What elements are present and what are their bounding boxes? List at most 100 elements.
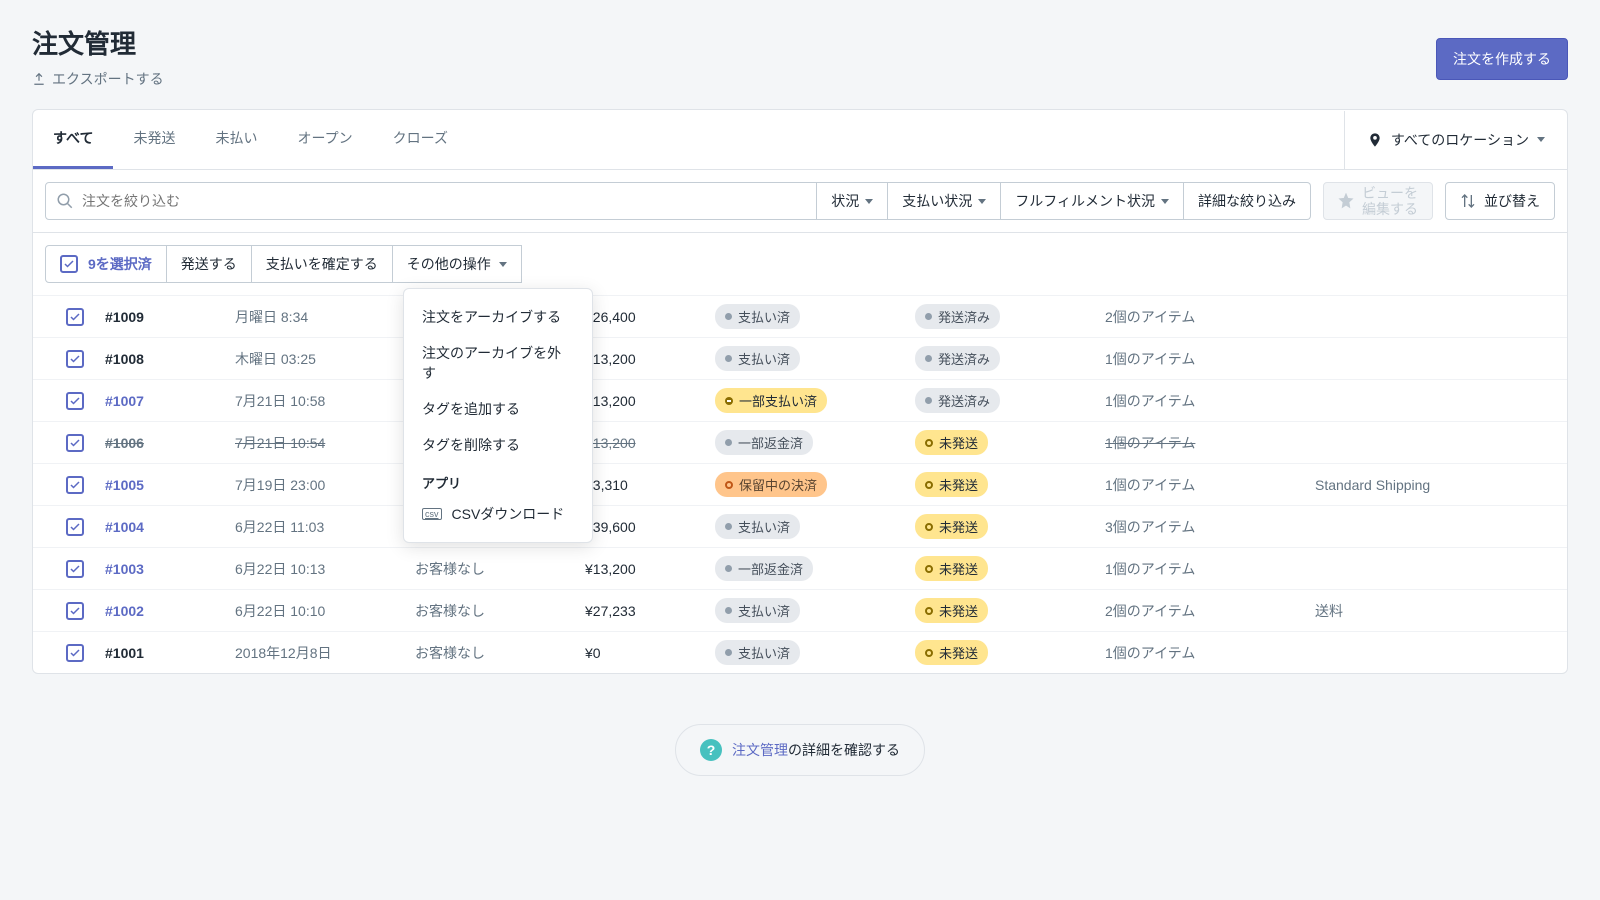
dd-csv-download[interactable]: csvCSVダウンロード: [404, 496, 592, 532]
bulk-ship-button[interactable]: 発送する: [167, 245, 252, 283]
chevron-down-icon: [978, 199, 986, 204]
order-total: ¥3,310: [585, 477, 715, 493]
order-id-link[interactable]: #1005: [105, 477, 235, 493]
filter-more[interactable]: 詳細な絞り込み: [1184, 182, 1311, 220]
order-id-link[interactable]: #1007: [105, 393, 235, 409]
star-icon: [1338, 193, 1354, 209]
order-items: 3個のアイテム: [1105, 517, 1315, 537]
status-badge: 一部返金済: [715, 556, 813, 581]
order-items: 2個のアイテム: [1105, 601, 1315, 621]
fulfillment-status: 発送済み: [915, 346, 1105, 371]
status-badge: 支払い済: [715, 346, 800, 371]
order-total: ¥27,233: [585, 603, 715, 619]
order-items: 2個のアイテム: [1105, 307, 1315, 327]
dd-add-tags[interactable]: タグを追加する: [404, 391, 592, 427]
payment-status: 支払い済: [715, 304, 915, 329]
tab-open[interactable]: オープン: [277, 110, 372, 169]
fulfillment-status: 発送済み: [915, 304, 1105, 329]
status-badge: 未発送: [915, 556, 988, 581]
row-checkbox[interactable]: [66, 350, 84, 368]
order-total: ¥13,200: [585, 561, 715, 577]
status-badge: 未発送: [915, 598, 988, 623]
table-row[interactable]: #10026月22日 10:10お客様なし¥27,233支払い済未発送2個のアイ…: [33, 589, 1567, 631]
status-badge: 一部支払い済: [715, 388, 827, 413]
export-link[interactable]: エクスポートする: [32, 69, 164, 89]
page-title: 注文管理: [32, 24, 164, 61]
bulk-more-button[interactable]: その他の操作: [393, 245, 522, 283]
row-checkbox[interactable]: [66, 434, 84, 452]
row-checkbox[interactable]: [66, 602, 84, 620]
order-id-link[interactable]: #1002: [105, 603, 235, 619]
row-checkbox[interactable]: [66, 476, 84, 494]
tab-unpaid[interactable]: 未払い: [195, 110, 277, 169]
bulk-capture-button[interactable]: 支払いを確定する: [252, 245, 393, 283]
status-badge: 発送済み: [915, 304, 1000, 329]
order-id-link[interactable]: #1003: [105, 561, 235, 577]
table-row[interactable]: #10012018年12月8日お客様なし¥0支払い済未発送1個のアイテム: [33, 631, 1567, 673]
sort-button[interactable]: 並び替え: [1445, 182, 1555, 220]
row-checkbox[interactable]: [66, 560, 84, 578]
dd-remove-tags[interactable]: タグを削除する: [404, 427, 592, 463]
tab-unshipped[interactable]: 未発送: [113, 110, 195, 169]
status-badge: 支払い済: [715, 640, 800, 665]
dd-archive[interactable]: 注文をアーカイブする: [404, 299, 592, 335]
table-row[interactable]: #10057月19日 23:00¥3,310保留中の決済未発送1個のアイテムSt…: [33, 463, 1567, 505]
order-customer: お客様なし: [415, 601, 585, 621]
row-checkbox[interactable]: [66, 518, 84, 536]
order-id-link[interactable]: #1001: [105, 645, 235, 661]
row-checkbox[interactable]: [66, 392, 84, 410]
tabs: すべて 未発送 未払い オープン クローズ: [33, 110, 468, 169]
location-select[interactable]: すべてのロケーション: [1344, 111, 1567, 169]
order-id-link[interactable]: #1006: [105, 435, 235, 451]
status-badge: 支払い済: [715, 304, 800, 329]
payment-status: 一部返金済: [715, 430, 915, 455]
payment-status: 支払い済: [715, 514, 915, 539]
table-row[interactable]: #10036月22日 10:13お客様なし¥13,200一部返金済未発送1個のア…: [33, 547, 1567, 589]
order-date: 7月21日 10:58: [235, 391, 415, 411]
search-input[interactable]: [74, 193, 806, 209]
sort-icon: [1460, 193, 1476, 209]
fulfillment-status: 未発送: [915, 556, 1105, 581]
order-items: 1個のアイテム: [1105, 391, 1315, 411]
order-date: 6月22日 10:13: [235, 559, 415, 579]
order-total: ¥13,200: [585, 435, 715, 451]
payment-status: 支払い済: [715, 598, 915, 623]
order-total: ¥0: [585, 645, 715, 661]
dd-unarchive[interactable]: 注文のアーカイブを外す: [404, 335, 592, 391]
location-label: すべてのロケーション: [1391, 130, 1529, 150]
export-icon: [32, 72, 46, 86]
learn-more-link[interactable]: ? 注文管理の詳細を確認する: [675, 724, 925, 776]
status-badge: 支払い済: [715, 598, 800, 623]
table-row[interactable]: #1008木曜日 03:25¥13,200支払い済発送済み1個のアイテム: [33, 337, 1567, 379]
filter-status[interactable]: 状況: [817, 182, 888, 220]
bulk-select-all[interactable]: 9を選択済: [45, 245, 167, 283]
search-input-wrap[interactable]: [45, 182, 817, 220]
table-row[interactable]: #10077月21日 10:58¥13,200一部支払い済発送済み1個のアイテム: [33, 379, 1567, 421]
status-badge: 一部返金済: [715, 430, 813, 455]
order-total: ¥13,200: [585, 393, 715, 409]
order-customer: お客様なし: [415, 559, 585, 579]
order-total: ¥13,200: [585, 351, 715, 367]
table-row[interactable]: #10046月22日 11:03¥39,600支払い済未発送3個のアイテム: [33, 505, 1567, 547]
status-badge: 保留中の決済: [715, 472, 827, 497]
order-items: 1個のアイテム: [1105, 475, 1315, 495]
order-id-link[interactable]: #1009: [105, 309, 235, 325]
filter-payment[interactable]: 支払い状況: [888, 182, 1001, 220]
table-row[interactable]: #10067月21日 10:54¥13,200一部返金済未発送1個のアイテム: [33, 421, 1567, 463]
row-checkbox[interactable]: [66, 308, 84, 326]
tab-closed[interactable]: クローズ: [373, 110, 468, 169]
create-order-button[interactable]: 注文を作成する: [1436, 38, 1568, 80]
location-pin-icon: [1367, 132, 1383, 148]
status-badge: 未発送: [915, 472, 988, 497]
table-row[interactable]: #1009月曜日 8:34¥26,400支払い済発送済み2個のアイテム: [33, 295, 1567, 337]
order-id-link[interactable]: #1004: [105, 519, 235, 535]
row-checkbox[interactable]: [66, 644, 84, 662]
filter-fulfillment[interactable]: フルフィルメント状況: [1001, 182, 1184, 220]
order-items: 1個のアイテム: [1105, 643, 1315, 663]
fulfillment-status: 未発送: [915, 514, 1105, 539]
order-id-link[interactable]: #1008: [105, 351, 235, 367]
dd-apps-header: アプリ: [404, 463, 592, 496]
status-badge: 支払い済: [715, 514, 800, 539]
checkbox-icon[interactable]: [60, 255, 78, 273]
tab-all[interactable]: すべて: [33, 110, 113, 169]
